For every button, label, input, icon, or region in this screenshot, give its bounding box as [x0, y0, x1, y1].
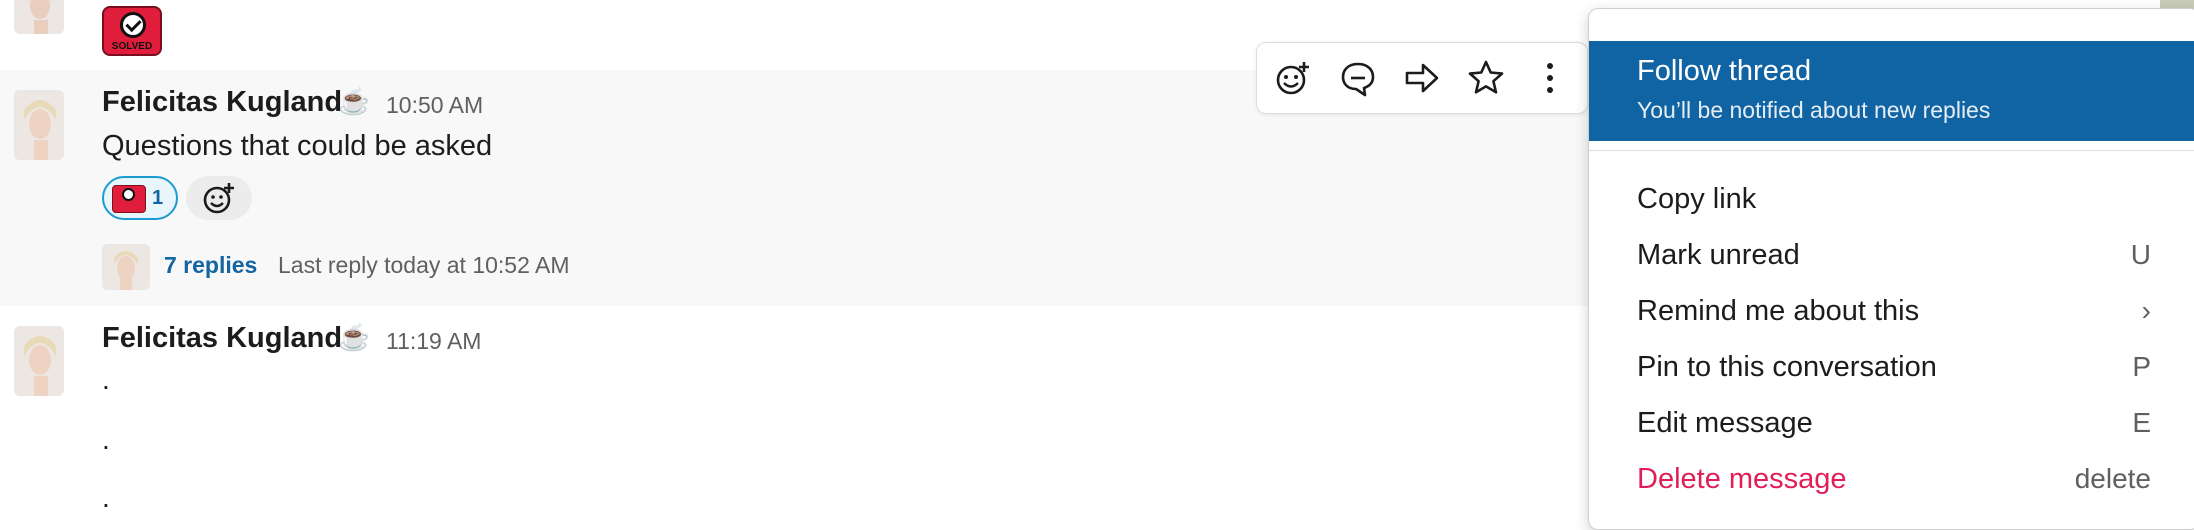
- menu-item-label: Follow thread: [1637, 55, 1812, 87]
- forward-message-button[interactable]: [1399, 55, 1445, 101]
- message-author[interactable]: Felicitas Kugland: [102, 322, 342, 355]
- menu-item-delete-message[interactable]: Delete message delete: [1589, 453, 2194, 505]
- reply-in-thread-button[interactable]: [1335, 55, 1381, 101]
- message-timestamp[interactable]: 11:19 AM: [386, 328, 481, 355]
- thread-replies-link[interactable]: 7 replies: [164, 252, 257, 279]
- menu-item-remind-me[interactable]: Remind me about this ›: [1589, 285, 2194, 337]
- status-emoji: ☕: [338, 322, 371, 352]
- menu-item-shortcut: P: [2132, 351, 2151, 382]
- menu-item-copy-link[interactable]: Copy link: [1589, 173, 2194, 225]
- solved-emoji-image: SOLVED: [102, 6, 162, 56]
- more-actions-icon: [1547, 63, 1553, 93]
- menu-divider: [1589, 150, 2194, 151]
- message-author[interactable]: Felicitas Kugland: [102, 86, 342, 119]
- menu-item-label: Pin to this conversation: [1637, 351, 1937, 383]
- message-line: .: [102, 364, 110, 395]
- message-line: .: [102, 482, 110, 513]
- avatar[interactable]: [14, 90, 64, 160]
- menu-item-mark-unread[interactable]: Mark unread U: [1589, 229, 2194, 281]
- menu-item-description: You’ll be notified about new replies: [1637, 97, 1991, 123]
- menu-item-shortcut: delete: [2074, 463, 2151, 494]
- avatar[interactable]: [14, 0, 64, 34]
- menu-item-shortcut: E: [2132, 407, 2151, 438]
- reaction-pill[interactable]: 1: [102, 176, 178, 220]
- menu-item-pin[interactable]: Pin to this conversation P: [1589, 341, 2194, 393]
- menu-item-follow-thread[interactable]: Follow thread You’ll be notified about n…: [1589, 41, 2194, 141]
- message-timestamp[interactable]: 10:50 AM: [386, 92, 483, 119]
- avatar[interactable]: [14, 326, 64, 396]
- message-actions-toolbar: [1256, 42, 1588, 114]
- reaction-count: 1: [152, 187, 164, 209]
- chevron-right-icon: ›: [2141, 295, 2151, 326]
- reply-in-thread-icon: [1341, 62, 1375, 97]
- menu-item-label: Remind me about this: [1637, 295, 1920, 327]
- status-emoji: ☕: [338, 86, 371, 116]
- menu-item-label: Mark unread: [1637, 239, 1800, 271]
- menu-item-label: Edit message: [1637, 407, 1813, 439]
- more-actions-button[interactable]: [1527, 55, 1573, 101]
- add-reaction-button[interactable]: [1271, 55, 1317, 101]
- menu-item-label: Copy link: [1637, 183, 1757, 215]
- add-reaction-icon: [1276, 62, 1309, 95]
- add-reaction-icon: [203, 183, 234, 214]
- message-line: .: [102, 424, 110, 455]
- thread-last-reply: Last reply today at 10:52 AM: [278, 252, 570, 278]
- add-reaction-button[interactable]: [186, 176, 252, 220]
- message-text: Questions that could be asked: [102, 130, 493, 162]
- save-for-later-button[interactable]: [1463, 55, 1509, 101]
- menu-item-shortcut: U: [2130, 239, 2151, 270]
- save-star-icon: [1468, 60, 1504, 94]
- message-context-menu: Follow thread You’ll be notified about n…: [1588, 8, 2194, 530]
- forward-icon: [1405, 63, 1439, 93]
- menu-item-label: Delete message: [1637, 463, 1847, 495]
- thread-reply-avatar: [102, 244, 150, 290]
- solved-reaction-emoji: [112, 185, 146, 213]
- menu-item-edit-message[interactable]: Edit message E: [1589, 397, 2194, 449]
